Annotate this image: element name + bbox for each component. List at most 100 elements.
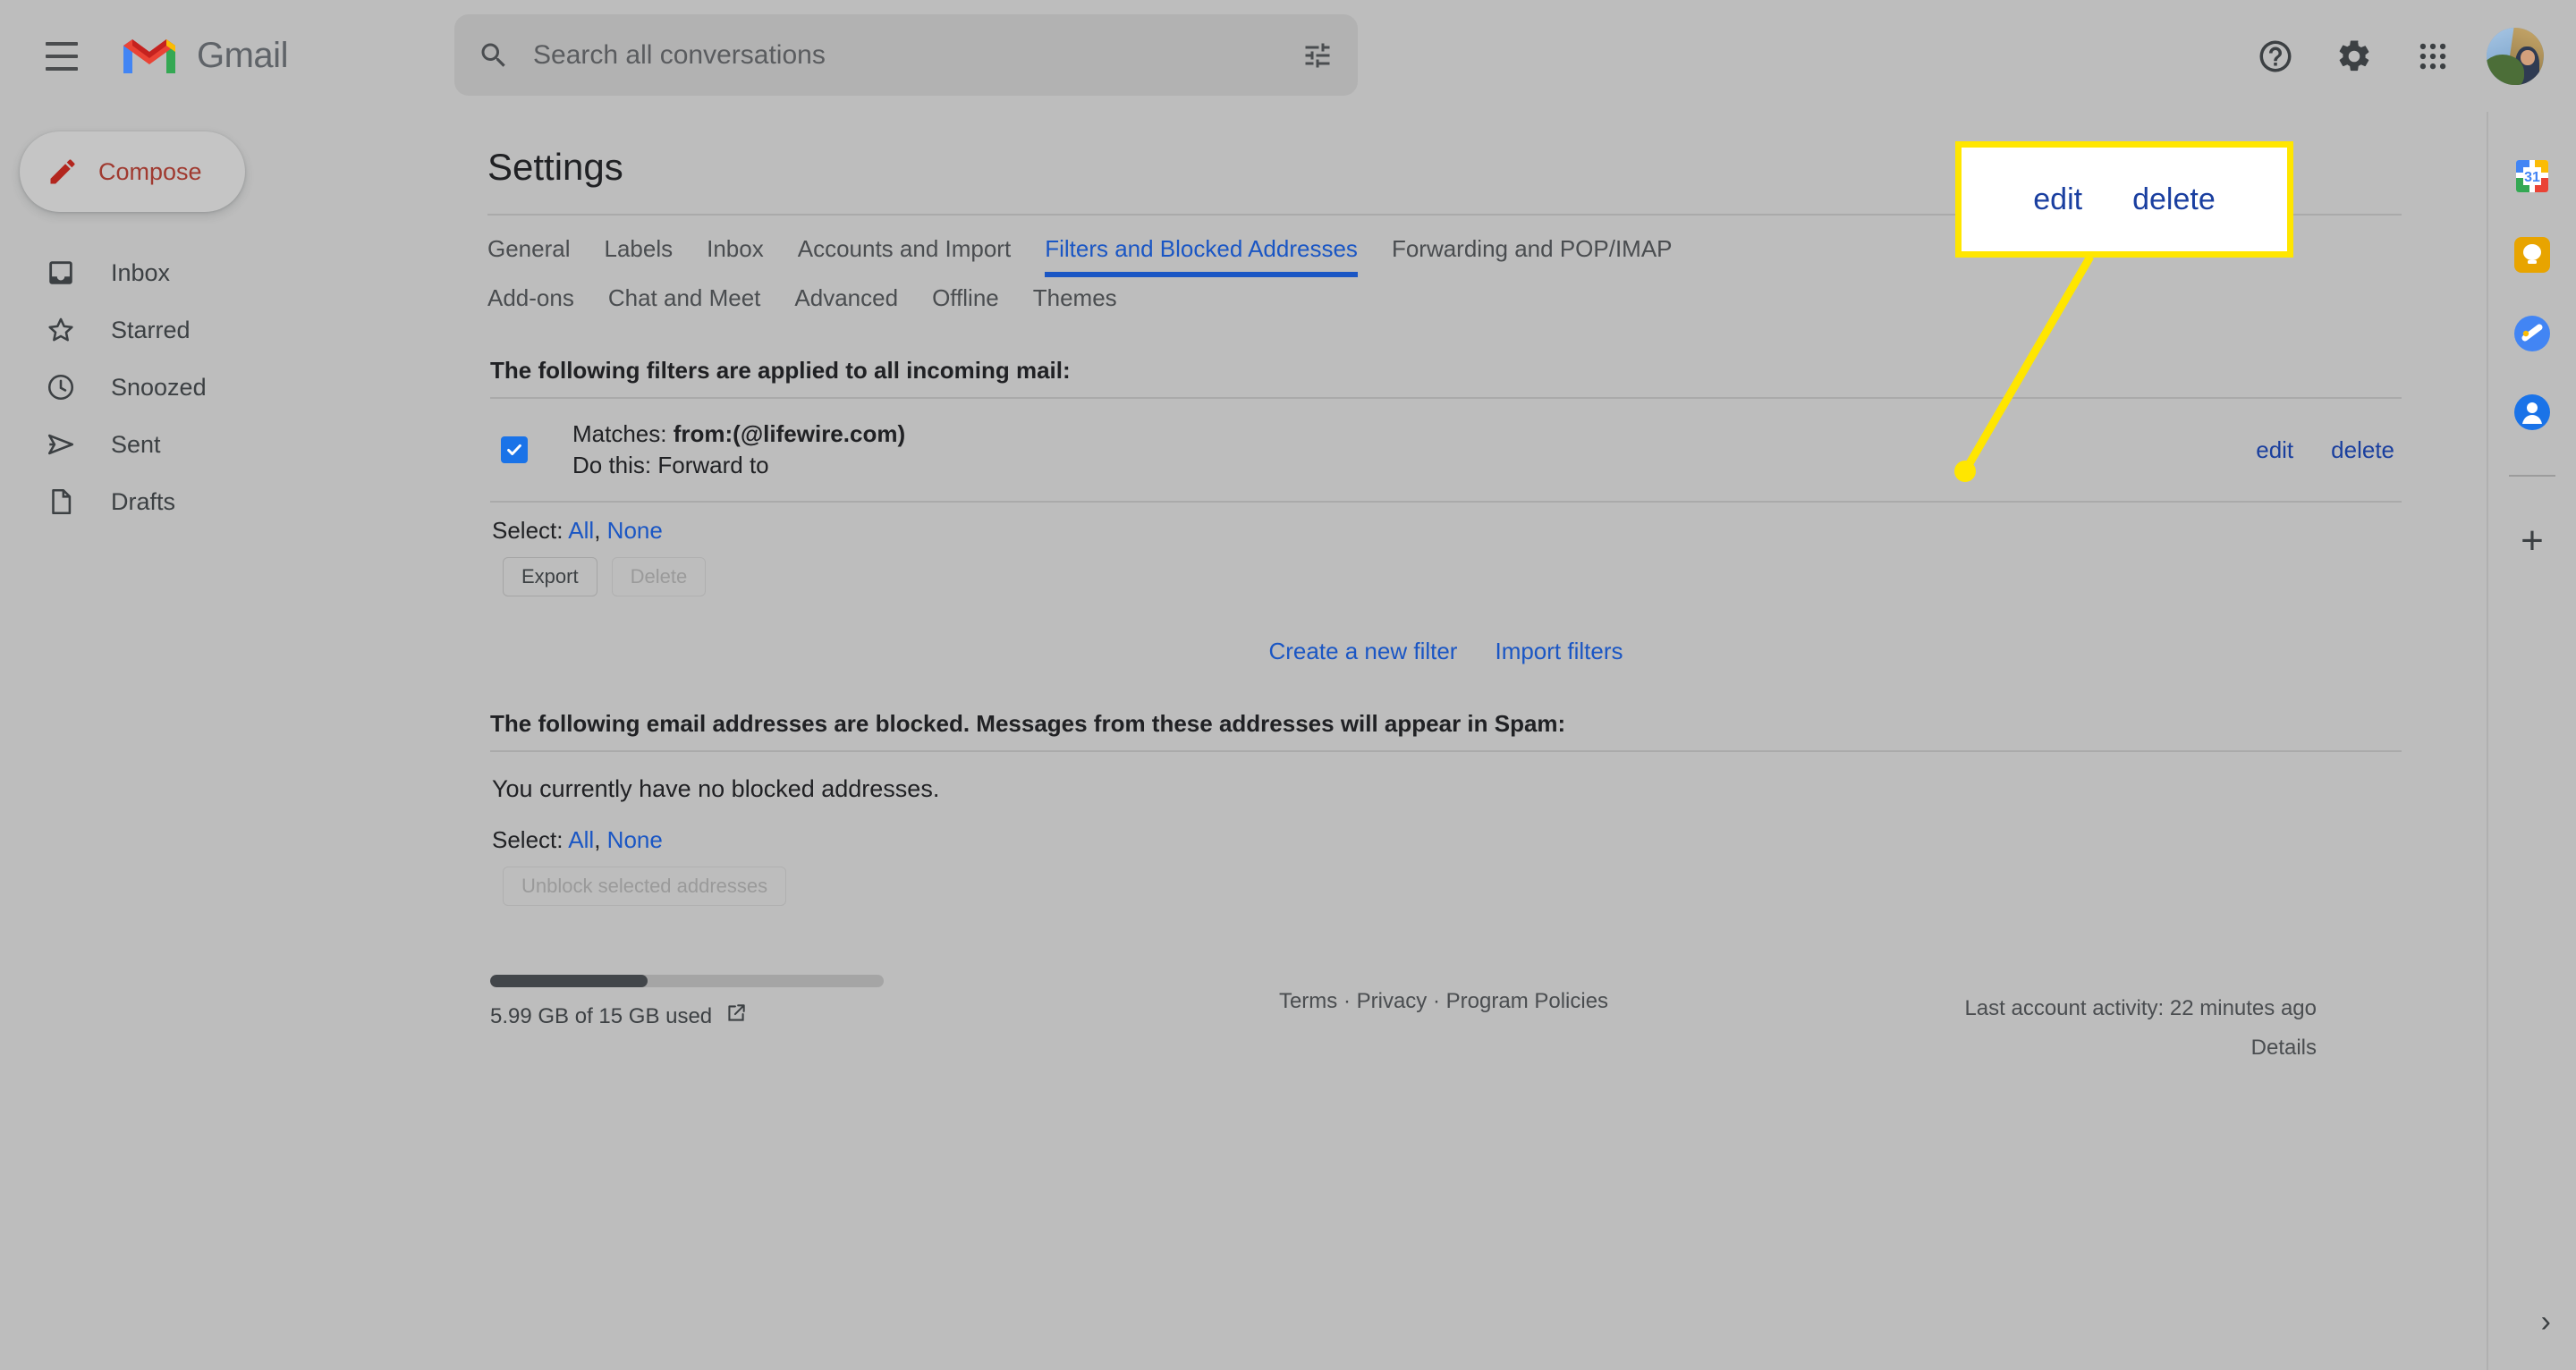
clock-icon — [43, 369, 79, 405]
sidebar-item-snoozed[interactable]: Snoozed — [0, 359, 259, 416]
unblock-selected-addresses-button: Unblock selected addresses — [503, 867, 787, 907]
tab-general[interactable]: General — [487, 235, 571, 277]
avatar[interactable] — [2487, 27, 2544, 85]
sidebar-item-label: Inbox — [111, 258, 171, 286]
storage-used-label: 5.99 GB of 15 GB used — [490, 1003, 713, 1028]
storage-usage: 5.99 GB of 15 GB used — [490, 975, 991, 1031]
sidebar-item-drafts[interactable]: Drafts — [0, 473, 259, 530]
inbox-icon — [43, 255, 79, 291]
sidebar-item-label: Starred — [111, 316, 191, 343]
last-account-activity-text: Last account activity: 22 minutes ago — [1964, 996, 2317, 1020]
google-calendar-icon[interactable]: 31 — [2511, 155, 2554, 198]
tab-labels[interactable]: Labels — [605, 235, 674, 277]
tab-chat-and-meet[interactable]: Chat and Meet — [608, 284, 761, 326]
tab-accounts-and-import[interactable]: Accounts and Import — [798, 235, 1011, 277]
settings-tabs-row-2: Add-ons Chat and Meet Advanced Offline T… — [487, 284, 2402, 326]
delete-button: Delete — [611, 557, 707, 597]
tab-offline[interactable]: Offline — [932, 284, 999, 326]
sidebar-item-sent[interactable]: Sent — [0, 416, 259, 473]
gmail-logo-icon — [120, 31, 179, 80]
tab-add-ons[interactable]: Add-ons — [487, 284, 574, 326]
sidebar-item-inbox[interactable]: Inbox — [0, 244, 259, 301]
sidebar-item-label: Snoozed — [111, 373, 207, 401]
compose-button[interactable]: Compose — [20, 131, 245, 212]
google-keep-icon[interactable] — [2511, 233, 2554, 276]
account-activity: Last account activity: 22 minutes ago De… — [1896, 975, 2317, 1069]
select-label: Select: — [492, 517, 564, 545]
search-icon[interactable] — [454, 16, 533, 95]
export-button[interactable]: Export — [503, 557, 597, 597]
header-actions — [2236, 0, 2549, 112]
filter-matches-line: Matches: from:(@lifewire.com) — [572, 419, 2256, 450]
blocked-select-line: Select: All, None — [490, 812, 2402, 859]
program-policies-link[interactable]: Program Policies — [1446, 989, 1608, 1013]
gmail-app: Gmail Search all conversations Compose I… — [0, 0, 2576, 1370]
select-separator: , — [594, 826, 601, 854]
app-header: Gmail — [0, 0, 2576, 112]
tune-icon[interactable] — [1277, 16, 1358, 95]
filter-matches-value: from:(@lifewire.com) — [673, 420, 906, 447]
hamburger-icon[interactable] — [23, 18, 100, 95]
tab-themes[interactable]: Themes — [1033, 284, 1117, 326]
filter-delete-link[interactable]: delete — [2331, 436, 2394, 464]
filter-row-checkbox[interactable] — [501, 436, 528, 464]
details-link[interactable]: Details — [1896, 1028, 2317, 1068]
filter-row-actions: edit delete — [2256, 436, 2394, 464]
google-contacts-icon[interactable] — [2511, 391, 2554, 434]
compose-label: Compose — [98, 157, 202, 185]
send-icon — [43, 427, 79, 462]
search-input[interactable] — [533, 39, 1277, 71]
tab-advanced[interactable]: Advanced — [794, 284, 898, 326]
tab-inbox[interactable]: Inbox — [707, 235, 764, 277]
terms-link[interactable]: Terms — [1279, 989, 1337, 1013]
storage-text-row: 5.99 GB of 15 GB used — [490, 1002, 991, 1031]
blocked-heading: The following email addresses are blocke… — [490, 710, 1566, 738]
google-tasks-icon[interactable] — [2511, 312, 2554, 355]
privacy-link[interactable]: Privacy — [1357, 989, 1428, 1013]
blocked-button-row: Unblock selected addresses — [490, 859, 2402, 907]
side-panel: 31 + › — [2487, 112, 2576, 1370]
gmail-brand-text: Gmail — [197, 36, 288, 75]
select-all-link[interactable]: All — [568, 517, 594, 544]
gear-icon[interactable] — [2315, 17, 2394, 96]
search-bar[interactable] — [454, 14, 1358, 96]
settings-content: The following filters are applied to all… — [490, 351, 2402, 907]
help-icon[interactable] — [2236, 17, 2315, 96]
filters-select-line: Select: All, None — [490, 503, 2402, 550]
tab-filters-and-blocked-addresses[interactable]: Filters and Blocked Addresses — [1045, 235, 1358, 277]
apps-grid-icon[interactable] — [2394, 17, 2472, 96]
select-all-link[interactable]: All — [568, 826, 594, 853]
gmail-brand[interactable]: Gmail — [120, 31, 288, 80]
filter-description: Matches: from:(@lifewire.com) Do this: F… — [572, 419, 2256, 481]
pencil-icon — [47, 156, 79, 188]
select-none-link[interactable]: None — [607, 517, 663, 544]
open-in-new-icon[interactable] — [724, 1002, 748, 1031]
footer: 5.99 GB of 15 GB used Terms · Privacy · … — [490, 975, 2317, 1069]
create-new-filter-link[interactable]: Create a new filter — [1268, 638, 1457, 665]
footer-links: Terms · Privacy · Program Policies — [991, 975, 1896, 1014]
select-none-link[interactable]: None — [607, 826, 663, 853]
nav-list: Inbox Starred Snoozed Sent Drafts — [0, 244, 259, 530]
add-side-panel-app-button[interactable]: + — [2521, 521, 2544, 561]
document-icon — [43, 484, 79, 520]
select-label: Select: — [492, 826, 564, 854]
sidebar-item-label: Sent — [111, 430, 161, 458]
expand-side-panel-button[interactable]: › — [2541, 1305, 2551, 1340]
blocked-empty-text: You currently have no blocked addresses. — [492, 775, 940, 803]
settings-pane: Settings General Labels Inbox Accounts a… — [259, 112, 2487, 1370]
footer-separator: · — [1343, 989, 1351, 1013]
filter-action-links: Create a new filter Import filters — [490, 638, 2402, 665]
filters-heading: The following filters are applied to all… — [490, 357, 1071, 384]
callout-delete-label: delete — [2132, 182, 2216, 216]
tab-forwarding-and-pop-imap[interactable]: Forwarding and POP/IMAP — [1392, 235, 1673, 277]
storage-progress-bar — [490, 975, 884, 987]
filters-button-row: Export Delete — [490, 550, 2402, 597]
filter-matches-label: Matches: — [572, 420, 667, 447]
table-row: Matches: from:(@lifewire.com) Do this: F… — [490, 399, 2402, 503]
filter-edit-link[interactable]: edit — [2256, 436, 2293, 464]
svg-text:31: 31 — [2524, 170, 2540, 185]
annotation-callout: edit delete — [1955, 141, 2293, 258]
sidebar-item-starred[interactable]: Starred — [0, 301, 259, 359]
star-icon — [43, 312, 79, 348]
import-filters-link[interactable]: Import filters — [1495, 638, 1623, 665]
